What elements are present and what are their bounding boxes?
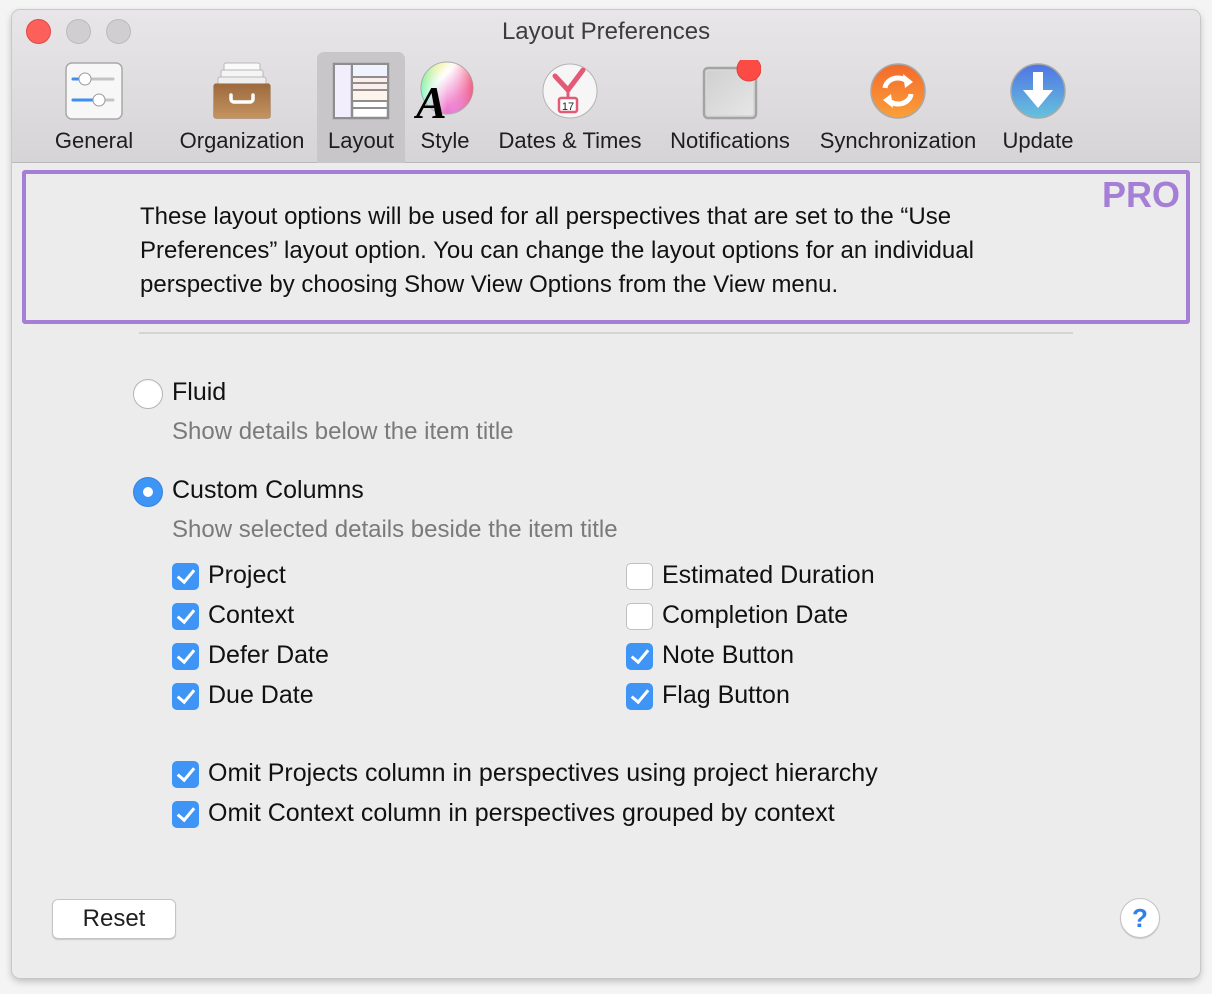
completion-date-checkbox[interactable]: [626, 603, 653, 630]
pro-badge: PRO: [1101, 174, 1180, 215]
defer-date-label[interactable]: Defer Date: [208, 641, 329, 670]
tab-label: Update: [1002, 128, 1074, 153]
tab-label: Style: [420, 128, 470, 153]
download-arrow-icon: [1010, 63, 1066, 119]
project-label[interactable]: Project: [208, 561, 286, 590]
tab-update[interactable]: Update: [996, 52, 1080, 163]
tab-label: Organization: [179, 128, 305, 153]
tab-dates-times[interactable]: 17 Dates & Times: [490, 52, 650, 163]
pro-notice-text: These layout options will be used for al…: [140, 203, 974, 298]
tab-notifications[interactable]: Notifications: [660, 52, 800, 163]
tab-layout[interactable]: Layout: [317, 52, 405, 163]
defer-date-checkbox[interactable]: [172, 643, 199, 670]
flag-button-label[interactable]: Flag Button: [662, 681, 790, 710]
project-checkbox[interactable]: [172, 563, 199, 590]
help-icon: ?: [1132, 903, 1148, 933]
omit-context-checkbox[interactable]: [172, 801, 199, 828]
layout-pane: These layout options will be used for al…: [12, 164, 1200, 978]
custom-columns-radio[interactable]: [133, 477, 163, 507]
tab-label: General: [54, 128, 134, 153]
tab-label: Synchronization: [819, 128, 977, 153]
tab-organization[interactable]: Organization: [174, 52, 310, 163]
window-title: Layout Preferences: [501, 18, 711, 45]
context-checkbox[interactable]: [172, 603, 199, 630]
notification-badge-icon: [702, 60, 761, 120]
due-date-checkbox[interactable]: [172, 683, 199, 710]
omit-projects-checkbox[interactable]: [172, 761, 199, 788]
completion-date-label[interactable]: Completion Date: [662, 601, 848, 630]
svg-text:A: A: [414, 77, 447, 122]
fluid-description: Show details below the item title: [172, 418, 514, 445]
omit-projects-label[interactable]: Omit Projects column in perspectives usi…: [208, 759, 878, 788]
omit-context-label[interactable]: Omit Context column in perspectives grou…: [208, 799, 835, 828]
custom-columns-description: Show selected details beside the item ti…: [172, 516, 618, 543]
tab-general[interactable]: General: [44, 52, 144, 163]
custom-columns-label[interactable]: Custom Columns: [172, 476, 364, 505]
color-wheel-font-icon: A: [414, 61, 474, 122]
tab-label: Notifications: [670, 128, 790, 153]
clock-calendar-icon: 17: [542, 63, 598, 119]
calendar-day: 17: [562, 101, 574, 113]
file-drawer-icon: [213, 62, 271, 119]
title-bar: Layout Preferences General Organization …: [12, 10, 1200, 163]
layout-columns-icon: [332, 62, 390, 120]
separator: [139, 332, 1073, 334]
estimated-duration-label[interactable]: Estimated Duration: [662, 561, 875, 590]
sync-icon: [870, 63, 926, 119]
tab-label: Layout: [327, 128, 395, 153]
tab-style[interactable]: A Style: [410, 52, 480, 163]
note-button-label[interactable]: Note Button: [662, 641, 794, 670]
flag-button-checkbox[interactable]: [626, 683, 653, 710]
tab-label: Dates & Times: [498, 128, 642, 153]
preferences-window: Layout Preferences General Organization …: [12, 10, 1200, 978]
tab-synchronization[interactable]: Synchronization: [810, 52, 986, 163]
fluid-radio[interactable]: [133, 379, 163, 409]
sliders-icon: [65, 62, 123, 120]
help-button[interactable]: ?: [1120, 898, 1160, 938]
fluid-label[interactable]: Fluid: [172, 378, 226, 407]
note-button-checkbox[interactable]: [626, 643, 653, 670]
pro-notice: These layout options will be used for al…: [22, 170, 1190, 324]
context-label[interactable]: Context: [208, 601, 294, 630]
reset-button[interactable]: Reset: [52, 899, 176, 939]
estimated-duration-checkbox[interactable]: [626, 563, 653, 590]
due-date-label[interactable]: Due Date: [208, 681, 314, 710]
